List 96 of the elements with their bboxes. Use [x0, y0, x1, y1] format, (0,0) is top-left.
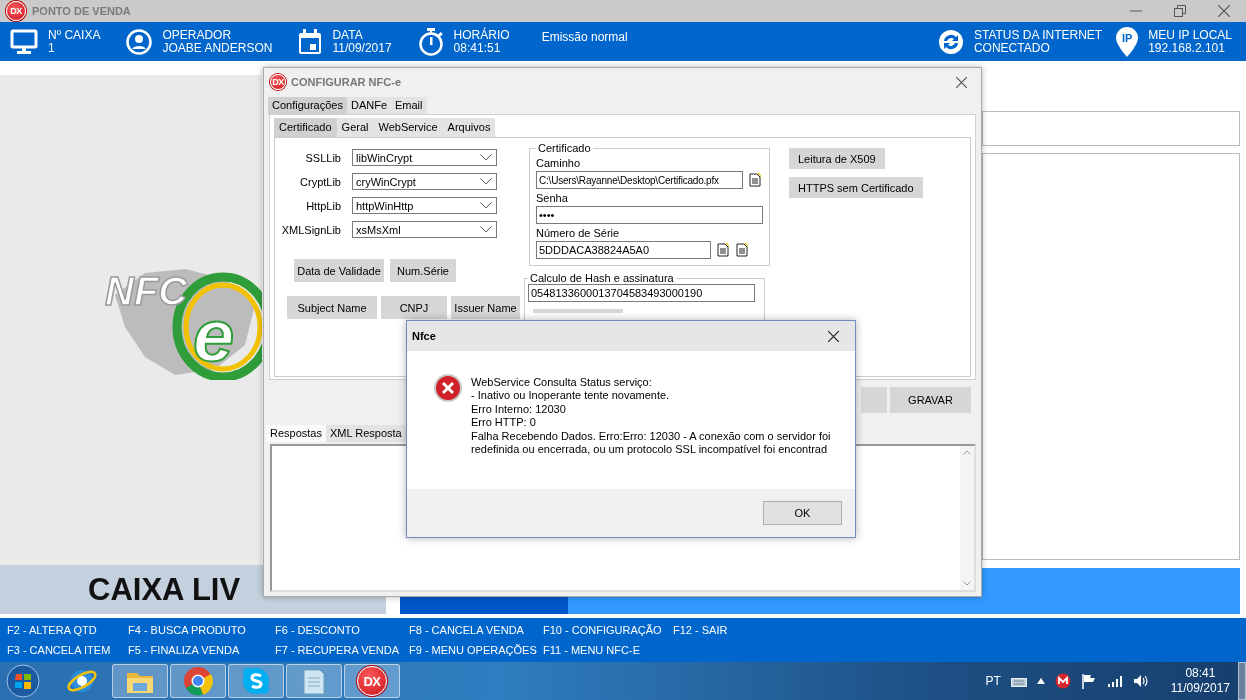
- dropdown[interactable]: xsMsXml: [352, 221, 497, 238]
- close-icon[interactable]: [956, 76, 967, 88]
- function-key-hint: F5 - FINALIZA VENDA: [128, 644, 241, 656]
- tab[interactable]: Configurações: [268, 97, 347, 114]
- header-label: OPERADOR: [162, 28, 233, 42]
- dropdown[interactable]: httpWinHttp: [352, 197, 497, 214]
- header-value: 1: [48, 41, 56, 55]
- dialog-title: CONFIGURAR NFC-e: [291, 76, 401, 88]
- header-value: JOABE ANDERSON: [162, 41, 273, 55]
- scroll-down-icon[interactable]: [963, 581, 971, 586]
- tab[interactable]: Respostas: [266, 425, 326, 442]
- close-icon[interactable]: [828, 330, 839, 342]
- product-code-field[interactable]: [982, 111, 1240, 146]
- scroll-up-icon[interactable]: [963, 450, 971, 455]
- input-field[interactable]: C:\Users\Rayanne\Desktop\Certificado.pfx: [536, 171, 743, 189]
- error-message: WebService Consulta Status serviço: - Inativo ou Inoperante tente novamente. Erro Interno: 12030 Erro HTTP: 0 Falha Recebendo Dados. Erro:Erro: 12030 - A conexão com o servidor foi redefinida ou encerrada, ou um protocolo SSL incompatível foi encontrad: [471, 376, 831, 458]
- function-key-hint: F8 - CANCELA VENDA: [409, 624, 525, 636]
- function-key-hint: F12 - SAIR: [673, 624, 729, 636]
- tab[interactable]: XML Resposta: [326, 425, 406, 442]
- header-value: 192.168.2.101: [1148, 41, 1226, 55]
- action-button[interactable]: Subject Name: [287, 296, 377, 319]
- header-label: DATA: [332, 28, 364, 42]
- user-icon: [126, 28, 153, 55]
- file-icon[interactable]: [748, 173, 762, 187]
- tab[interactable]: Email: [391, 97, 427, 114]
- field-label: HttpLib: [305, 199, 341, 212]
- field-label: Senha: [536, 192, 569, 204]
- field-label: Número de Série: [536, 227, 621, 239]
- file-icon[interactable]: [716, 243, 730, 257]
- header-label: Nº CAIXA: [48, 28, 101, 42]
- keyboard-icon[interactable]: [1010, 675, 1027, 687]
- field-label: SSLLib: [304, 151, 341, 164]
- header-label: STATUS DA INTERNET: [973, 28, 1103, 42]
- map-pin-icon: IP: [1116, 26, 1139, 57]
- action-button[interactable]: HTTPS sem Certificado: [789, 177, 923, 198]
- clock[interactable]: 08:41 11/09/2017: [1170, 666, 1230, 696]
- action-button[interactable]: Issuer Name: [451, 296, 520, 319]
- sale-status-text: CAIXA LIV: [88, 571, 241, 608]
- ok-button[interactable]: OK: [763, 501, 842, 525]
- window-title: PONTO DE VENDA: [32, 5, 131, 17]
- group-title: Certificado: [537, 142, 592, 154]
- function-key-hint: F7 - RECUPERA VENDA: [275, 644, 401, 656]
- action-button[interactable]: Num.Série: [390, 259, 456, 282]
- function-key-hint: F3 - CANCELA ITEM: [7, 644, 112, 656]
- input-field[interactable]: 0548133600013704583493000190: [528, 284, 755, 302]
- calendar-icon: [298, 28, 323, 55]
- dropdown[interactable]: libWinCrypt: [352, 149, 497, 166]
- function-key-hint: F6 - DESCONTO: [275, 624, 361, 636]
- speaker-icon[interactable]: [1132, 674, 1149, 688]
- save-button[interactable]: GRAVAR: [890, 387, 971, 413]
- header-label: MEU IP LOCAL: [1148, 28, 1232, 42]
- function-key-hint: F9 - MENU OPERAÇÕES: [409, 644, 538, 656]
- field-label: XMLSignLib: [280, 223, 341, 236]
- header-value: 08:41:51: [453, 41, 502, 55]
- dropdown[interactable]: cryWinCrypt: [352, 173, 497, 190]
- input-field[interactable]: 5DDDACA38824A5A0: [536, 241, 711, 259]
- function-key-hint: F10 - CONFIGURAÇÃO: [543, 624, 663, 636]
- dx-logo-icon: DX: [6, 1, 26, 21]
- sync-icon: [937, 28, 964, 55]
- tab[interactable]: Certificado: [274, 118, 337, 137]
- tab[interactable]: Geral: [336, 118, 374, 137]
- header-value: CONECTADO: [973, 41, 1051, 55]
- language-indicator[interactable]: PT: [985, 674, 1001, 688]
- tab[interactable]: DANFe: [346, 97, 391, 114]
- restore-icon[interactable]: [1174, 5, 1186, 17]
- emission-mode-label: Emissão normal: [541, 30, 628, 44]
- dx-logo-icon: DX: [270, 74, 286, 90]
- field-label: CryptLib: [299, 175, 341, 188]
- header-value: 11/09/2017: [332, 41, 392, 55]
- tab[interactable]: Arquivos: [442, 118, 496, 137]
- start-button[interactable]: [6, 664, 40, 698]
- show-hidden-icons-icon[interactable]: [1036, 678, 1045, 684]
- function-key-hint: F2 - ALTERA QTD: [7, 624, 98, 636]
- tab[interactable]: WebService: [373, 118, 443, 137]
- field-label: Caminho: [536, 157, 582, 169]
- dx-logo-icon: DX: [357, 666, 387, 696]
- error-icon: [433, 373, 463, 403]
- function-key-hint: F11 - MENU NFC-E: [543, 644, 641, 656]
- logo-mark: e: [193, 294, 235, 377]
- scrollbar[interactable]: [960, 446, 974, 590]
- password-field[interactable]: ••••: [536, 206, 763, 224]
- monitor-icon: [10, 28, 38, 55]
- cloud-sync-icon[interactable]: [1054, 673, 1071, 689]
- function-key-hint: F4 - BUSCA PRODUTO: [128, 624, 247, 636]
- header-label: HORÁRIO: [453, 28, 510, 42]
- flag-icon[interactable]: [1080, 673, 1097, 689]
- file-icon[interactable]: [735, 243, 749, 257]
- action-button[interactable]: Data de Validade: [294, 259, 384, 282]
- group-title: Calculo de Hash e assinatura: [529, 272, 675, 284]
- action-button[interactable]: Leitura de X509: [789, 148, 885, 169]
- dialog-title: Nfce: [412, 330, 436, 342]
- chrome-icon[interactable]: [183, 666, 213, 696]
- signal-icon[interactable]: [1106, 674, 1123, 688]
- stopwatch-icon: [417, 27, 444, 56]
- chat-app-icon[interactable]: [241, 666, 271, 696]
- action-button[interactable]: CNPJ: [381, 296, 447, 319]
